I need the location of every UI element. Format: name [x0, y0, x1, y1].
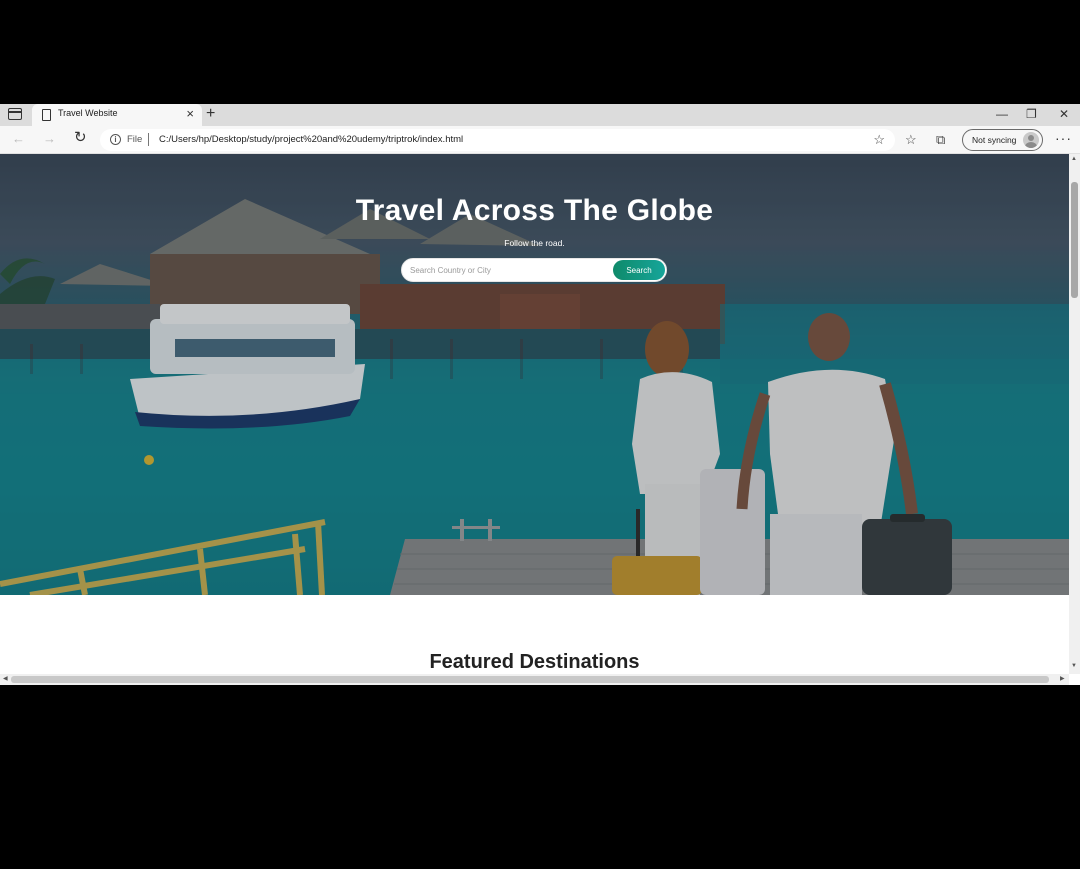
- address-separator: [148, 133, 149, 146]
- minimize-button[interactable]: —: [996, 106, 1008, 122]
- tab-title: Travel Website: [58, 108, 118, 118]
- scroll-up-icon[interactable]: ▲: [1071, 156, 1077, 162]
- tab-travel-website[interactable]: Travel Website ×: [32, 104, 202, 126]
- hero-title: Travel Across The Globe: [355, 194, 714, 227]
- tab-actions-icon[interactable]: [8, 108, 22, 120]
- reload-button[interactable]: ↻: [74, 130, 87, 146]
- info-icon[interactable]: i: [110, 134, 121, 145]
- vertical-scroll-thumb[interactable]: [1071, 182, 1078, 298]
- hero-subtitle: Follow the road.: [504, 238, 565, 248]
- new-tab-button[interactable]: +: [206, 105, 215, 123]
- back-button[interactable]: ←: [12, 131, 25, 147]
- restore-button[interactable]: ❐: [1026, 106, 1037, 122]
- horizontal-scroll-thumb[interactable]: [11, 676, 1049, 683]
- search-form: Search: [401, 258, 667, 282]
- avatar: [1023, 132, 1039, 148]
- search-button[interactable]: Search: [613, 260, 665, 280]
- scroll-left-icon[interactable]: ◀: [3, 675, 8, 682]
- scroll-down-icon[interactable]: ▼: [1071, 663, 1077, 669]
- search-input[interactable]: [410, 263, 605, 278]
- url-text[interactable]: C:/Users/hp/Desktop/study/project%20and%…: [159, 134, 463, 145]
- close-window-button[interactable]: ✕: [1059, 106, 1069, 122]
- profile-sync-button[interactable]: Not syncing: [962, 129, 1043, 151]
- sync-label: Not syncing: [972, 135, 1017, 145]
- forward-button[interactable]: →: [43, 131, 56, 147]
- file-label: File: [127, 134, 143, 145]
- tab-close-icon[interactable]: ×: [186, 106, 194, 122]
- horizontal-scrollbar[interactable]: ◀ ▶: [0, 674, 1069, 685]
- page-viewport: Travel Across The Globe Follow the road.…: [0, 154, 1069, 674]
- favorites-icon[interactable]: ☆: [905, 132, 917, 148]
- tab-bar: Travel Website × + — ❐ ✕: [0, 104, 1080, 126]
- scroll-right-icon[interactable]: ▶: [1060, 675, 1065, 682]
- more-menu-icon[interactable]: ···: [1055, 130, 1072, 146]
- address-bar[interactable]: i File C:/Users/hp/Desktop/study/project…: [100, 129, 895, 151]
- browser-window: Travel Website × + — ❐ ✕ ← → ↻ i File C:…: [0, 104, 1080, 685]
- address-toolbar: ← → ↻ i File C:/Users/hp/Desktop/study/p…: [0, 126, 1080, 154]
- hero-section: Travel Across The Globe Follow the road.…: [0, 154, 1069, 595]
- vertical-scrollbar[interactable]: ▲ ▼: [1069, 154, 1080, 674]
- featured-destinations-heading: Featured Destinations: [429, 651, 640, 673]
- collections-icon[interactable]: ⧉: [936, 132, 945, 148]
- page-icon: [42, 109, 51, 121]
- add-favorite-icon[interactable]: ☆: [873, 132, 885, 148]
